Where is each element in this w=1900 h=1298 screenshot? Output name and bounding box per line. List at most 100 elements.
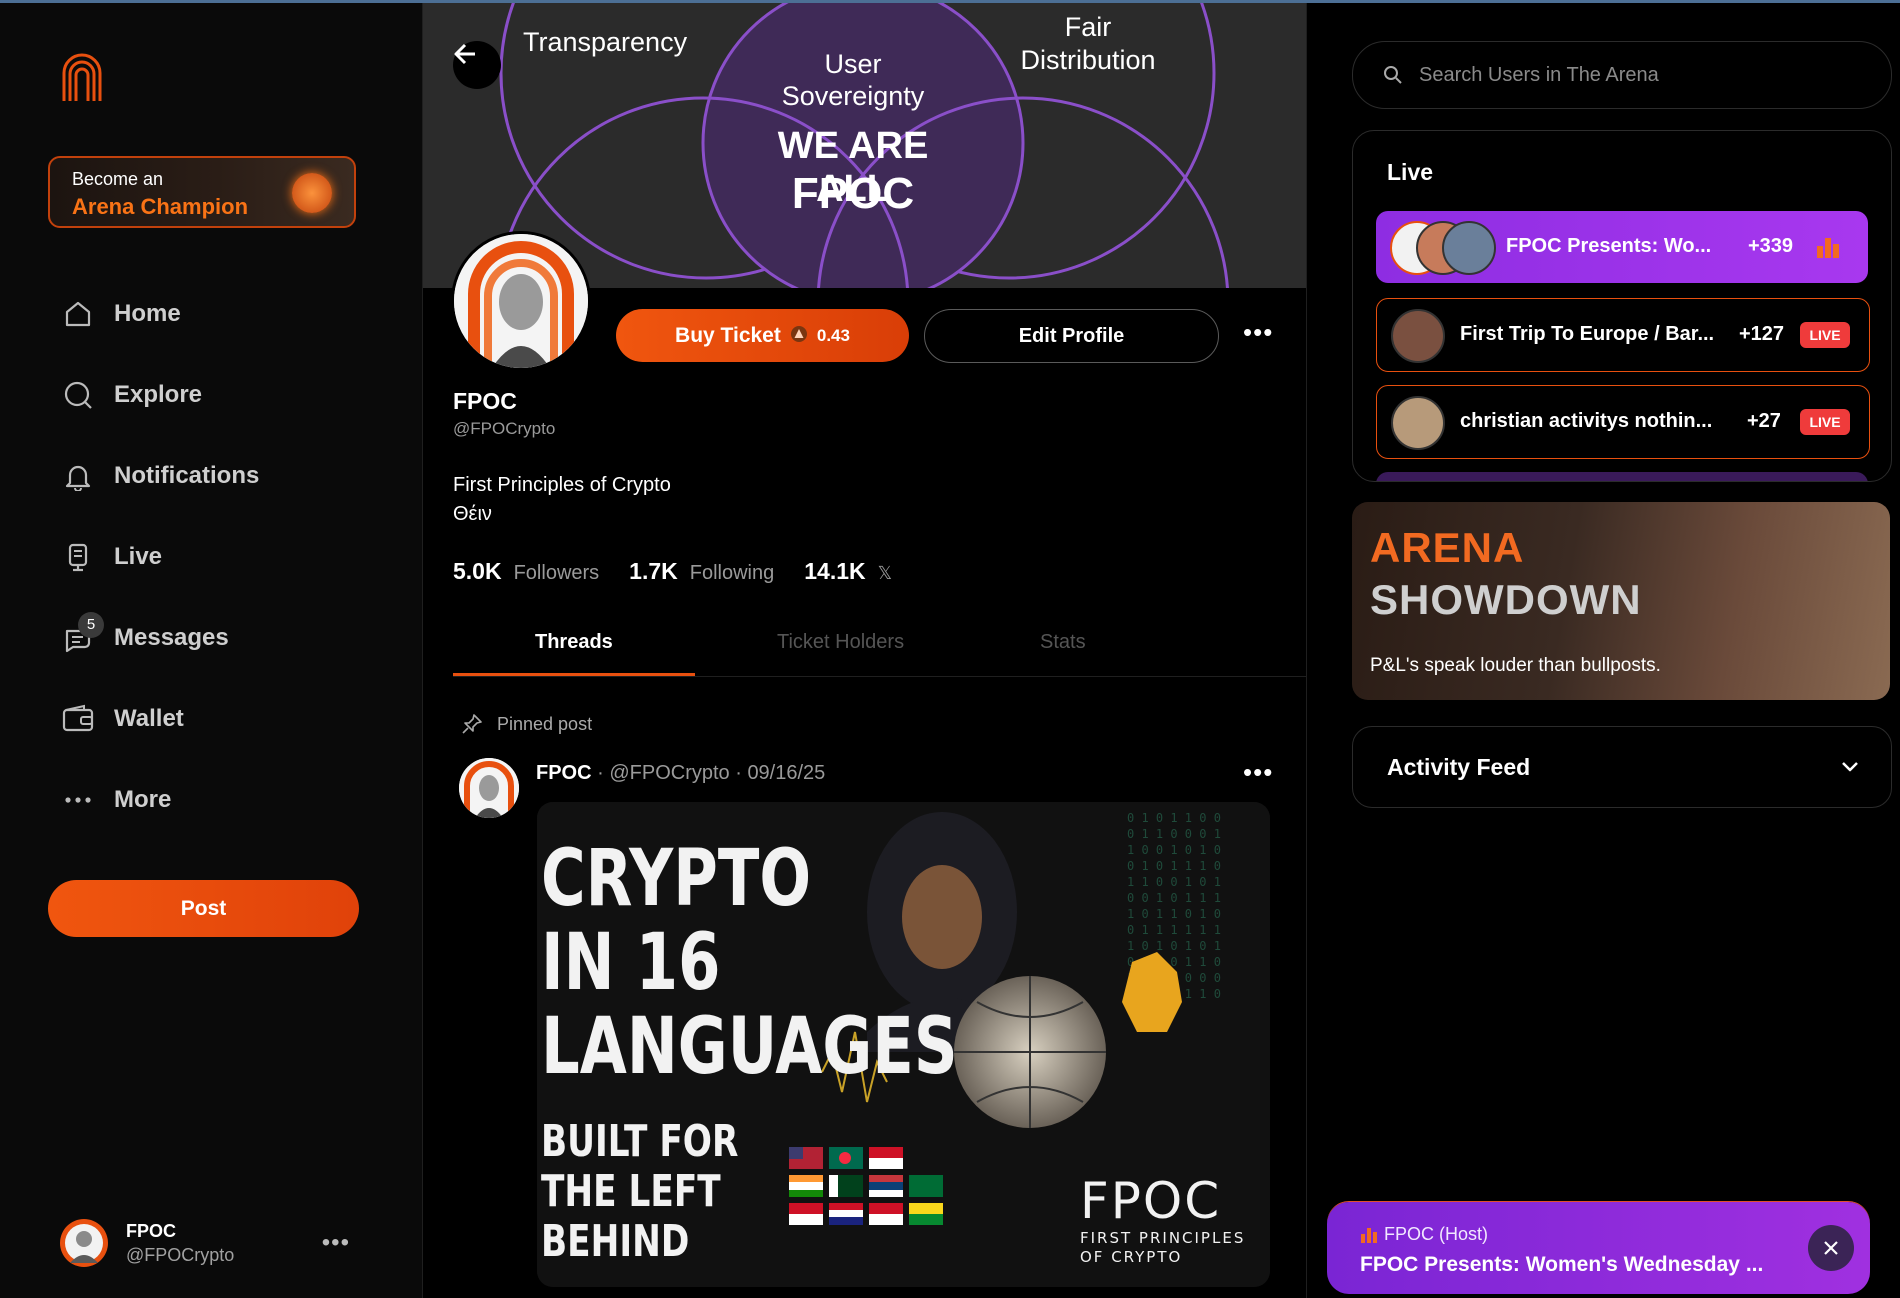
svg-text:0 1 0 1 1 1 0: 0 1 0 1 1 1 0 <box>1127 859 1221 873</box>
profile-tabs: Threads Ticket Holders Stats <box>453 613 1306 677</box>
profile-main: Transparency User Sovereignty Fair Distr… <box>423 3 1307 1298</box>
chevron-down-icon <box>1842 762 1858 772</box>
nav-home-label: Home <box>114 299 181 327</box>
svg-text:0 1 1 1 1 1 1: 0 1 1 1 1 1 1 <box>1127 923 1221 937</box>
followers-label[interactable]: Followers <box>514 562 600 585</box>
profile-bio-line1: First Principles of Crypto <box>453 474 671 496</box>
nav-messages-label: Messages <box>114 623 229 651</box>
post-image-sub3: BEHIND <box>541 1216 690 1267</box>
post-image-line2: IN 16 <box>541 918 721 1008</box>
main-nav: Home Explore Notifications Live 5 Messag… <box>60 273 259 840</box>
search-icon <box>1384 66 1402 84</box>
tab-ticket-holders[interactable]: Ticket Holders <box>777 631 904 654</box>
pinned-post-label: Pinned post <box>461 713 592 735</box>
live-item-count: +339 <box>1748 235 1794 257</box>
nav-wallet-label: Wallet <box>114 704 184 732</box>
champion-line2: Arena Champion <box>72 194 249 219</box>
post-more-dots-icon[interactable]: ••• <box>1243 757 1273 788</box>
avatar <box>1442 221 1496 275</box>
user-menu-dots-icon[interactable]: ••• <box>322 1229 350 1257</box>
banner-transparency: Transparency <box>523 27 688 57</box>
avatar <box>1391 309 1445 363</box>
pinned-post-text: Pinned post <box>497 713 593 734</box>
post-image-line1: CRYPTO <box>541 834 812 924</box>
followers-count[interactable]: 5.0K <box>453 558 502 585</box>
live-item-title: christian activitys nothin... <box>1460 410 1713 432</box>
nav-notifications[interactable]: Notifications <box>60 435 259 516</box>
avax-icon <box>790 324 807 348</box>
x-logo-icon[interactable]: 𝕏 <box>878 563 893 584</box>
avatar <box>1391 396 1445 450</box>
following-label[interactable]: Following <box>690 562 774 585</box>
sidebar: Become an Arena Champion Home Explore No… <box>0 3 423 1298</box>
pin-icon <box>462 714 482 734</box>
bar-chart-icon <box>1361 1227 1377 1243</box>
arena-champion-banner[interactable]: Become an Arena Champion <box>48 156 356 228</box>
tab-threads[interactable]: Threads <box>535 631 613 654</box>
live-item[interactable]: First Trip To Europe / Bar... +127 LIVE <box>1376 298 1870 372</box>
following-count[interactable]: 1.7K <box>629 558 678 585</box>
live-badge: LIVE <box>1800 322 1850 348</box>
messages-count-badge: 5 <box>78 611 104 638</box>
avatar <box>60 1219 108 1267</box>
post-meta: · @FPOCrypto · 09/16/25 <box>597 762 826 784</box>
arena-showdown-banner[interactable]: ARENA SHOWDOWN P&L's speak louder than b… <box>1352 502 1890 700</box>
live-item-partial[interactable] <box>1376 472 1868 481</box>
arrow-left-icon <box>454 43 475 65</box>
nav-wallet[interactable]: Wallet <box>60 678 259 759</box>
live-panel-title: Live <box>1387 159 1434 185</box>
post-author-name[interactable]: FPOC <box>536 762 592 784</box>
banner-sovereignty: Sovereignty <box>781 81 925 111</box>
edit-profile-button[interactable]: Edit Profile <box>924 309 1219 363</box>
search-icon <box>60 377 96 413</box>
profile-avatar[interactable] <box>451 231 591 371</box>
post-image-sub1: BUILT FOR <box>541 1116 739 1167</box>
post-header: FPOC · @FPOCrypto · 09/16/25 <box>536 762 825 785</box>
post-image[interactable]: 0 1 0 1 1 0 0 0 1 1 0 0 0 1 1 0 0 1 0 1 0… <box>537 802 1270 1287</box>
bar-chart-icon <box>1817 238 1839 258</box>
showdown-tagline: P&L's speak louder than bullposts. <box>1370 655 1661 676</box>
more-dots-icon <box>60 782 96 818</box>
arena-logo-icon[interactable] <box>60 51 104 103</box>
banner-distribution: Distribution <box>1020 45 1156 75</box>
post-author-avatar[interactable] <box>459 758 519 818</box>
sidebar-user-card[interactable]: FPOC @FPOCrypto ••• <box>60 1219 350 1271</box>
profile-name: FPOC <box>453 388 517 414</box>
user-search[interactable] <box>1352 41 1892 109</box>
tab-stats[interactable]: Stats <box>1040 631 1086 654</box>
close-button[interactable] <box>1808 1225 1854 1271</box>
ticket-price: 0.43 <box>816 325 850 345</box>
buy-ticket-button[interactable]: Buy Ticket 0.43 <box>616 309 909 362</box>
nav-explore-label: Explore <box>114 380 203 408</box>
nav-more[interactable]: More <box>60 759 259 840</box>
back-button[interactable] <box>453 41 501 89</box>
svg-text:0 1 1 0 0 0 1: 0 1 1 0 0 0 1 <box>1127 827 1221 841</box>
x-followers-count[interactable]: 14.1K <box>804 558 865 585</box>
sidebar-user-handle: @FPOCrypto <box>126 1245 235 1265</box>
nav-messages[interactable]: 5 Messages <box>60 597 259 678</box>
live-item[interactable]: FPOC Presents: Wo... +339 <box>1376 211 1868 283</box>
live-item[interactable]: christian activitys nothin... +27 LIVE <box>1376 385 1870 459</box>
nav-live[interactable]: Live <box>60 516 259 597</box>
sidebar-user-name: FPOC <box>126 1221 177 1241</box>
svg-text:1 0 1 0 1 0 1: 1 0 1 0 1 0 1 <box>1127 939 1221 953</box>
live-toast[interactable]: FPOC (Host) FPOC Presents: Women's Wedne… <box>1327 1202 1870 1294</box>
search-input[interactable] <box>1417 62 1861 88</box>
post-button[interactable]: Post <box>48 880 359 937</box>
post-image-line3: LANGUAGES <box>541 1002 958 1092</box>
profile-more-dots-icon[interactable]: ••• <box>1243 317 1273 348</box>
activity-feed-toggle[interactable]: Activity Feed <box>1352 726 1892 808</box>
nav-explore[interactable]: Explore <box>60 354 259 435</box>
live-panel: Live FPOC Presents: Wo... +339 First Tri… <box>1352 130 1892 482</box>
live-item-title: FPOC Presents: Wo... <box>1506 235 1712 257</box>
nav-home[interactable]: Home <box>60 273 259 354</box>
toast-host-label: FPOC (Host) <box>1384 1224 1489 1244</box>
showdown-title1: ARENA <box>1370 524 1525 571</box>
buy-ticket-label: Buy Ticket <box>675 323 781 347</box>
home-icon <box>60 296 96 332</box>
svg-text:1 0 1 1 0 1 0: 1 0 1 1 0 1 0 <box>1127 907 1221 921</box>
bell-icon <box>60 458 96 494</box>
live-badge: LIVE <box>1800 409 1850 435</box>
banner-user: User <box>824 49 882 79</box>
nav-notifications-label: Notifications <box>114 461 260 489</box>
